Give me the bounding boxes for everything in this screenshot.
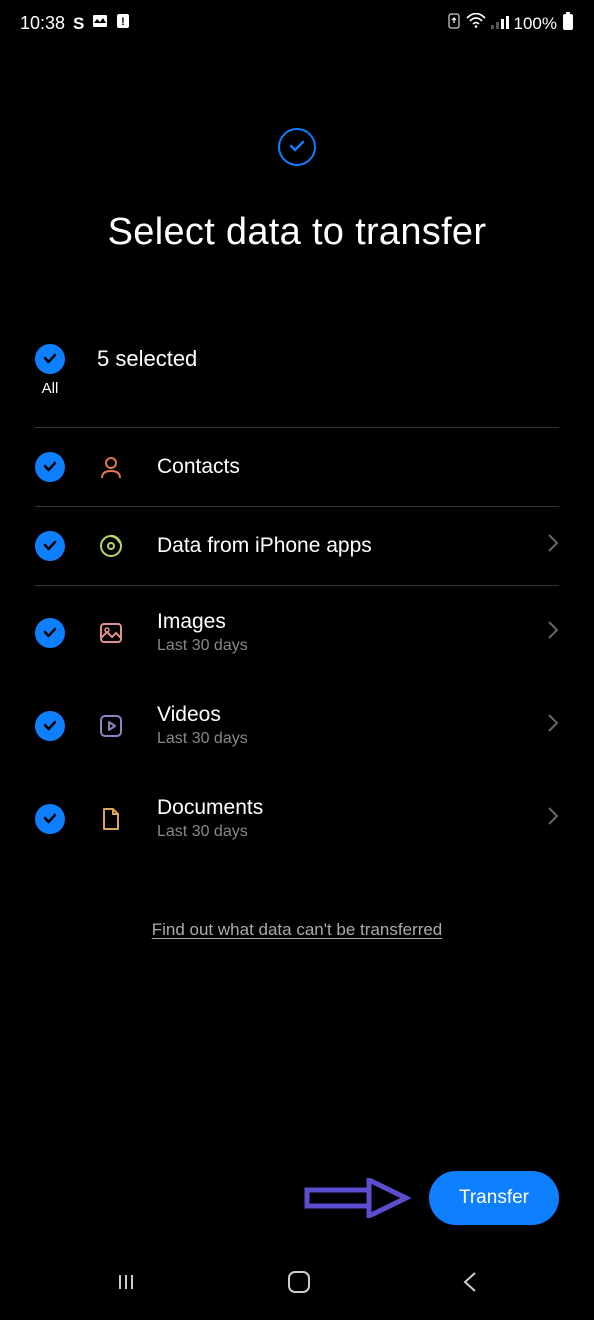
- check-icon[interactable]: [35, 618, 65, 648]
- battery-pct: 100%: [514, 14, 557, 34]
- item-title: Videos: [157, 703, 515, 727]
- select-all-check[interactable]: All: [35, 344, 65, 397]
- contacts-icon: [97, 453, 125, 481]
- item-text: Images Last 30 days: [157, 610, 515, 655]
- nav-bar: [0, 1254, 594, 1310]
- item-title: Data from iPhone apps: [157, 534, 515, 558]
- header-area: Select data to transfer: [0, 128, 594, 254]
- check-icon[interactable]: [35, 531, 65, 561]
- nav-recents-button[interactable]: [114, 1270, 138, 1294]
- chevron-right-icon: [547, 533, 559, 559]
- transfer-button[interactable]: Transfer: [429, 1171, 559, 1225]
- item-text: Contacts: [157, 455, 559, 479]
- item-row-documents[interactable]: Documents Last 30 days: [35, 772, 559, 865]
- status-time: 10:38: [20, 13, 65, 34]
- chevron-right-icon: [547, 806, 559, 832]
- item-title: Documents: [157, 796, 515, 820]
- page-title: Select data to transfer: [0, 211, 594, 254]
- find-out-link[interactable]: Find out what data can't be transferred: [35, 920, 559, 940]
- header-check-icon: [278, 128, 316, 166]
- item-row-appdata[interactable]: Data from iPhone apps: [35, 507, 559, 586]
- item-subtitle: Last 30 days: [157, 730, 515, 748]
- selected-count: 5 selected: [97, 346, 197, 372]
- item-text: Documents Last 30 days: [157, 796, 515, 841]
- chevron-right-icon: [547, 713, 559, 739]
- videos-icon: [97, 712, 125, 740]
- update-icon: [447, 13, 461, 34]
- item-row-images[interactable]: Images Last 30 days: [35, 586, 559, 679]
- status-left: 10:38 S !: [20, 13, 130, 34]
- content-area: All 5 selected Contacts Data from iPhone …: [0, 344, 594, 940]
- status-right: 100%: [447, 12, 574, 35]
- item-row-videos[interactable]: Videos Last 30 days: [35, 679, 559, 772]
- transfer-area: Transfer: [301, 1171, 559, 1225]
- documents-icon: [97, 805, 125, 833]
- wifi-icon: [466, 13, 486, 34]
- select-all-row[interactable]: All 5 selected: [35, 344, 559, 428]
- images-icon: [97, 619, 125, 647]
- item-text: Videos Last 30 days: [157, 703, 515, 748]
- item-subtitle: Last 30 days: [157, 823, 515, 841]
- status-bar: 10:38 S ! 100%: [0, 0, 594, 43]
- app-icon-s: S: [73, 14, 84, 34]
- items-list: Contacts Data from iPhone apps Images Last …: [35, 428, 559, 865]
- check-icon[interactable]: [35, 711, 65, 741]
- alert-icon: !: [116, 13, 130, 34]
- gallery-icon: [92, 13, 108, 34]
- item-subtitle: Last 30 days: [157, 637, 515, 655]
- nav-back-button[interactable]: [460, 1270, 480, 1294]
- signal-icon: [491, 14, 509, 34]
- item-row-contacts[interactable]: Contacts: [35, 428, 559, 507]
- item-title: Contacts: [157, 455, 559, 479]
- svg-text:!: !: [122, 16, 126, 28]
- check-icon: [35, 344, 65, 374]
- nav-home-button[interactable]: [286, 1269, 312, 1295]
- check-icon[interactable]: [35, 804, 65, 834]
- arrow-annotation-icon: [301, 1178, 411, 1218]
- item-title: Images: [157, 610, 515, 634]
- check-icon[interactable]: [35, 452, 65, 482]
- appdata-icon: [97, 532, 125, 560]
- chevron-right-icon: [547, 620, 559, 646]
- item-text: Data from iPhone apps: [157, 534, 515, 558]
- all-label: All: [42, 380, 59, 397]
- battery-icon: [562, 12, 574, 35]
